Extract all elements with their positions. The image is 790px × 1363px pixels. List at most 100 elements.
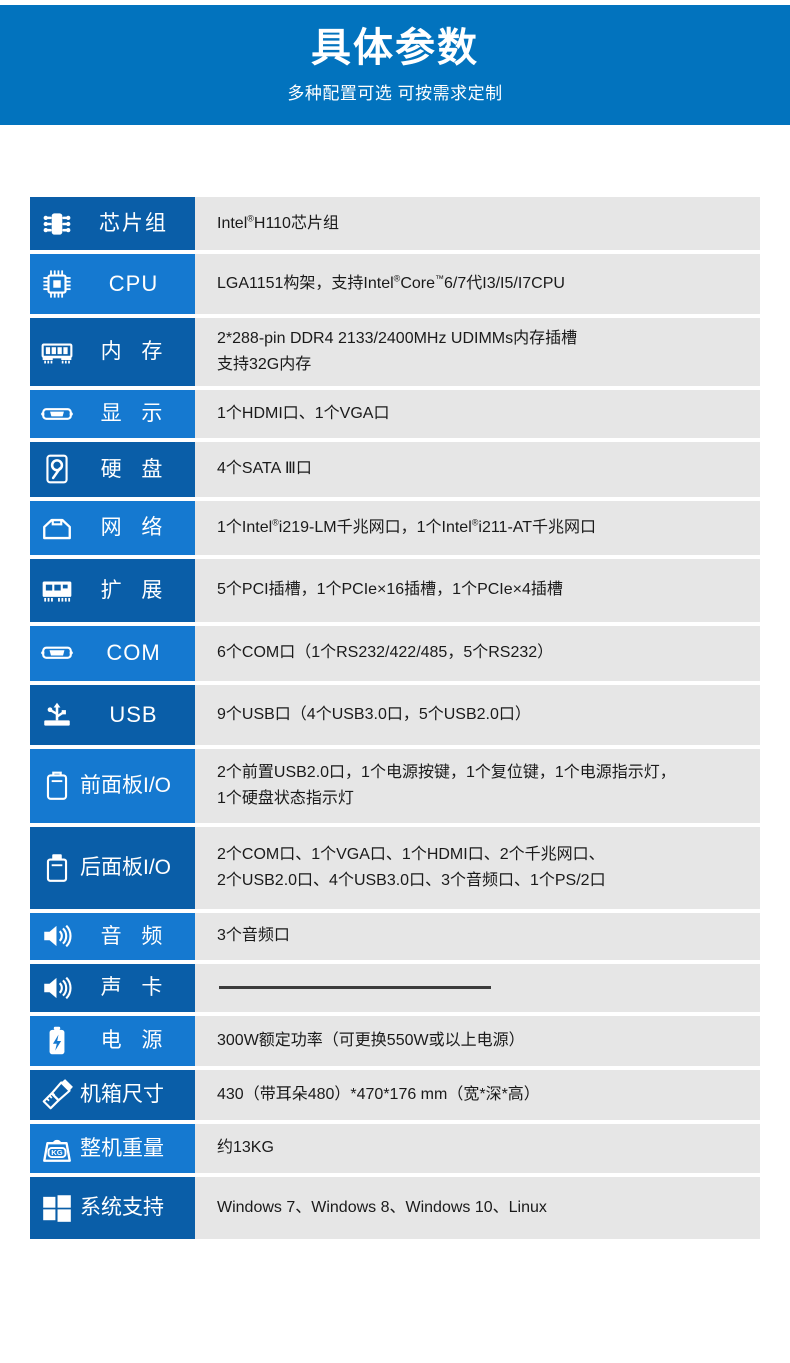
table-row: 网 络 1个Intel®i219-LM千兆网口，1个Intel®i211-AT千兆… xyxy=(30,500,760,555)
spec-label-cell: 前面板I/O xyxy=(30,748,195,823)
table-row: 机箱尺寸 430（带耳朵480）*470*176 mm（宽*深*高） xyxy=(30,1069,760,1120)
spec-label-text: COM xyxy=(106,640,161,666)
spec-value-cell: 5个PCI插槽，1个PCIe×16插槽，1个PCIe×4插槽 xyxy=(195,558,760,622)
spec-value-line: 9个USB口（4个USB3.0口，5个USB2.0口） xyxy=(217,705,531,723)
spec-value-line: 2个USB2.0口、4个USB3.0口、3个音频口、1个PS/2口 xyxy=(217,871,606,889)
spec-value-line: 2*288-pin DDR4 2133/2400MHz UDIMMs内存插槽 xyxy=(217,330,578,347)
spec-value-cell: 6个COM口（1个RS232/422/485，5个RS232） xyxy=(195,625,760,681)
spec-label-text: 硬 盘 xyxy=(100,457,170,481)
spec-label-cell: 内 存 xyxy=(30,318,195,386)
table-row: 扩 展 5个PCI插槽，1个PCIe×16插槽，1个PCIe×4插槽 xyxy=(30,558,760,622)
spec-value-cell: 约13KG xyxy=(195,1123,760,1173)
spec-label-cell: 硬 盘 xyxy=(30,441,195,497)
network-port-icon xyxy=(40,511,74,545)
table-row: 音 频 3个音频口 xyxy=(30,912,760,960)
expansion-card-icon xyxy=(40,573,74,607)
spec-value-line: 430（带耳朵480）*470*176 mm（宽*深*高） xyxy=(217,1085,540,1103)
spec-label-cell: 声 卡 xyxy=(30,963,195,1012)
spec-label-text: 机箱尺寸 xyxy=(80,1083,164,1107)
table-row: 电 源 300W额定功率（可更换550W或以上电源） xyxy=(30,1015,760,1066)
table-row: 内 存 2*288-pin DDR4 2133/2400MHz UDIMMs内存插… xyxy=(30,318,760,386)
spec-value-line: 1个硬盘状态指示灯 xyxy=(217,789,354,807)
empty-value-rule xyxy=(219,986,491,990)
table-row: KG 整机重量 约13KG xyxy=(30,1123,760,1173)
spec-value-line: 2个前置USB2.0口，1个电源按键，1个复位键，1个电源指示灯， xyxy=(217,763,676,781)
spec-label-cell: 电 源 xyxy=(30,1015,195,1066)
spec-value-cell: 2*288-pin DDR4 2133/2400MHz UDIMMs内存插槽 支持… xyxy=(195,318,760,386)
spec-value-line: 1个HDMI口、1个VGA口 xyxy=(217,404,390,422)
spec-label-cell: COM xyxy=(30,625,195,681)
spec-value-line: 2个COM口、1个VGA口、1个HDMI口、2个千兆网口、 xyxy=(217,845,605,863)
spec-label-text: 后面板I/O xyxy=(80,856,172,880)
spec-value-line: 约13KG xyxy=(217,1139,274,1157)
harddisk-icon xyxy=(40,452,74,486)
spec-value-line: 4个SATA Ⅲ口 xyxy=(217,460,312,478)
table-row: 系统支持 Windows 7、Windows 8、Windows 10、Linux xyxy=(30,1176,760,1239)
chip-icon xyxy=(40,207,74,241)
spec-page: 具体参数 多种配置可选 可按需求定制 芯片组 Intel®H110芯片组 CPU LG… xyxy=(0,0,790,1363)
table-row: USB 9个USB口（4个USB3.0口，5个USB2.0口） xyxy=(30,684,760,745)
table-row: COM 6个COM口（1个RS232/422/485，5个RS232） xyxy=(30,625,760,681)
table-row: 显 示 1个HDMI口、1个VGA口 xyxy=(30,389,760,438)
cpu-icon xyxy=(40,267,74,301)
spec-label-text: USB xyxy=(109,701,158,727)
speaker-icon xyxy=(40,971,74,1005)
spec-label-text: 整机重量 xyxy=(80,1136,164,1160)
weight-icon: KG xyxy=(40,1131,74,1165)
spec-label-cell: KG 整机重量 xyxy=(30,1123,195,1173)
page-banner: 具体参数 多种配置可选 可按需求定制 xyxy=(0,5,790,125)
spec-label-cell: 系统支持 xyxy=(30,1176,195,1239)
spec-value-line: 3个音频口 xyxy=(217,927,290,945)
spec-value-cell: 1个HDMI口、1个VGA口 xyxy=(195,389,760,438)
spec-value-cell: 2个前置USB2.0口，1个电源按键，1个复位键，1个电源指示灯， 1个硬盘状态指… xyxy=(195,748,760,823)
table-row: 声 卡 xyxy=(30,963,760,1012)
battery-icon xyxy=(40,1024,74,1058)
spec-value-line: 支持32G内存 xyxy=(217,355,312,373)
spec-value-line: Intel®H110芯片组 xyxy=(217,213,339,232)
spec-label-text: 电 源 xyxy=(100,1029,170,1053)
spec-label-text: 显 示 xyxy=(100,402,170,426)
spec-value-line: 1个Intel®i219-LM千兆网口，1个Intel®i211-AT千兆网口 xyxy=(217,517,597,536)
spec-label-text: 系统支持 xyxy=(80,1196,164,1220)
table-row: 芯片组 Intel®H110芯片组 xyxy=(30,197,760,250)
spec-value-cell: 430（带耳朵480）*470*176 mm（宽*深*高） xyxy=(195,1069,760,1120)
table-row: CPU LGA1151构架，支持Intel®Core™6/7代I3/I5/I7CP… xyxy=(30,254,760,314)
spec-value-line: 6个COM口（1个RS232/422/485，5个RS232） xyxy=(217,644,554,662)
spec-value-line: Windows 7、Windows 8、Windows 10、Linux xyxy=(217,1198,547,1216)
spec-label-cell: 后面板I/O xyxy=(30,826,195,909)
spec-label-cell: 机箱尺寸 xyxy=(30,1069,195,1120)
table-row: 硬 盘 4个SATA Ⅲ口 xyxy=(30,441,760,497)
spec-value-line: LGA1151构架，支持Intel®Core™6/7代I3/I5/I7CPU xyxy=(217,273,565,293)
spec-value-line: 5个PCI插槽，1个PCIe×16插槽，1个PCIe×4插槽 xyxy=(217,581,563,599)
spec-label-cell: 音 频 xyxy=(30,912,195,960)
spec-label-cell: 网 络 xyxy=(30,500,195,555)
spec-label-text: 音 频 xyxy=(100,924,170,948)
rear-panel-icon xyxy=(40,851,74,885)
spec-label-cell: CPU xyxy=(30,254,195,314)
table-row: 后面板I/O 2个COM口、1个VGA口、1个HDMI口、2个千兆网口、 2个USB… xyxy=(30,826,760,909)
speaker-icon xyxy=(40,919,74,953)
spec-value-cell: LGA1151构架，支持Intel®Core™6/7代I3/I5/I7CPU xyxy=(195,254,760,314)
spec-label-text: 内 存 xyxy=(100,340,170,364)
ruler-pencil-icon xyxy=(40,1078,74,1112)
spec-label-cell: 显 示 xyxy=(30,389,195,438)
spec-label-text: 网 络 xyxy=(100,516,170,540)
spec-value-cell: 1个Intel®i219-LM千兆网口，1个Intel®i211-AT千兆网口 xyxy=(195,500,760,555)
spec-value-cell: Intel®H110芯片组 xyxy=(195,197,760,250)
com-port-icon xyxy=(40,636,74,670)
memory-icon xyxy=(40,335,74,369)
spec-label-text: 声 卡 xyxy=(100,976,170,1000)
spec-label-text: CPU xyxy=(108,270,159,296)
vga-display-icon xyxy=(40,397,74,431)
spec-value-cell: Windows 7、Windows 8、Windows 10、Linux xyxy=(195,1176,760,1239)
spec-label-cell: 扩 展 xyxy=(30,558,195,622)
spec-label-text: 扩 展 xyxy=(100,578,170,602)
page-subtitle: 多种配置可选 可按需求定制 xyxy=(287,84,503,103)
windows-icon xyxy=(40,1191,74,1225)
spec-label-cell: 芯片组 xyxy=(30,197,195,250)
svg-text:KG: KG xyxy=(51,1148,63,1157)
usb-icon xyxy=(40,698,74,732)
spec-table: 芯片组 Intel®H110芯片组 CPU LGA1151构架，支持Intel®Cor… xyxy=(30,197,760,1243)
spec-value-cell: 9个USB口（4个USB3.0口，5个USB2.0口） xyxy=(195,684,760,745)
spec-label-text: 前面板I/O xyxy=(80,774,172,798)
